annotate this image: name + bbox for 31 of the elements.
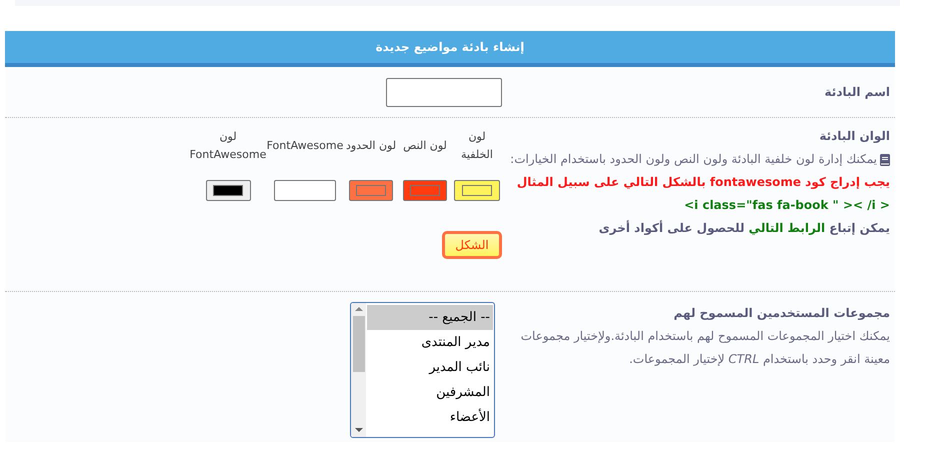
swatch-label: لون FontAwesome [190, 129, 266, 163]
scroll-up-icon[interactable] [354, 307, 362, 311]
color-field[interactable] [349, 180, 393, 201]
swatch-label: لون الخلفية [460, 129, 494, 163]
list-option[interactable]: -- الجميع -- [367, 305, 493, 330]
panel-title: إنشاء بادئة مواضيع جديدة [376, 39, 524, 56]
color-field[interactable] [206, 180, 250, 201]
list-option[interactable]: الأعضاء [367, 405, 493, 430]
list-option[interactable]: مدير المنتدى [367, 330, 493, 355]
description-text: يمكنك إدارة لون خلفية البادئة ولون النص ولون الحدود باستخدام الخيارات: [510, 151, 877, 168]
help-text: يمكن إتباع الرابط التالي للحصول على أكواد أخرى [598, 219, 890, 237]
field-label: اسم البادئة [824, 85, 890, 99]
warning-text: يجب إدراج كود fontawesome بالشكل التالي على سبيل المثال [516, 174, 890, 191]
scroll-thumb[interactable] [352, 316, 364, 372]
swatch-label: لون النص [403, 138, 447, 154]
field-label: الوان البادئة [818, 128, 890, 145]
field-label: مجموعات المستخدمين المسموح لهم [672, 305, 890, 322]
list-option[interactable]: نائب المدير [367, 355, 493, 380]
list-option[interactable]: المشرفين [367, 380, 493, 405]
book-icon [880, 154, 890, 166]
scroll-down-icon[interactable] [354, 428, 362, 432]
link[interactable]: الرابط التالي [748, 221, 826, 235]
group-listbox[interactable]: -- الجميع -- مدير المنتدى نائب المدير المشرفين الأعضاء [350, 302, 495, 438]
color-field[interactable] [454, 180, 500, 201]
scrollbar[interactable] [351, 303, 366, 437]
code-example: <i class="fas fa-book " >< /i > [683, 197, 890, 214]
input-field[interactable] [274, 180, 336, 201]
swatch-label: لون الحدود [346, 138, 396, 154]
color-field[interactable] [403, 180, 447, 201]
swatch-label: FontAwesome [266, 138, 344, 154]
name-input-field[interactable] [386, 78, 502, 106]
